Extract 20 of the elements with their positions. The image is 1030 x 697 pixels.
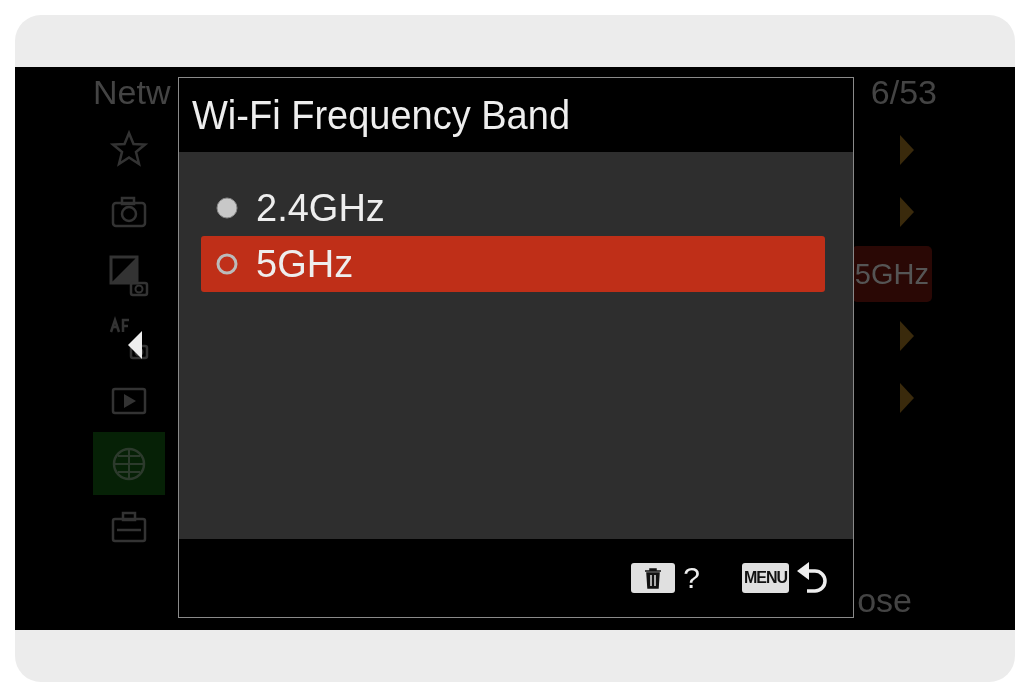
trash-icon[interactable] bbox=[631, 563, 676, 593]
page-counter: 6/53 bbox=[870, 72, 937, 112]
option-item[interactable]: 2.4GHz bbox=[201, 180, 825, 236]
help-label: ? bbox=[683, 561, 700, 595]
setting-value: 5GHz bbox=[851, 246, 932, 302]
menu-title: Netw bbox=[93, 72, 171, 112]
menu-key[interactable]: MENU bbox=[741, 563, 789, 593]
option-item[interactable]: 5GHz bbox=[201, 236, 825, 292]
radio-button[interactable] bbox=[214, 195, 240, 221]
radio-button[interactable] bbox=[214, 251, 240, 277]
chevron-icon bbox=[900, 383, 914, 413]
globe-tab[interactable] bbox=[93, 432, 165, 495]
chevron-icon bbox=[900, 197, 914, 227]
left-arrow-icon[interactable] bbox=[128, 331, 142, 359]
dialog-title: Wi-Fi Frequency Band bbox=[192, 92, 571, 138]
focus-camera-icon bbox=[107, 315, 151, 360]
star-icon bbox=[109, 128, 149, 169]
chevron-icon bbox=[900, 135, 914, 165]
close-label: ose bbox=[857, 580, 912, 620]
chevron-icon bbox=[900, 321, 914, 351]
